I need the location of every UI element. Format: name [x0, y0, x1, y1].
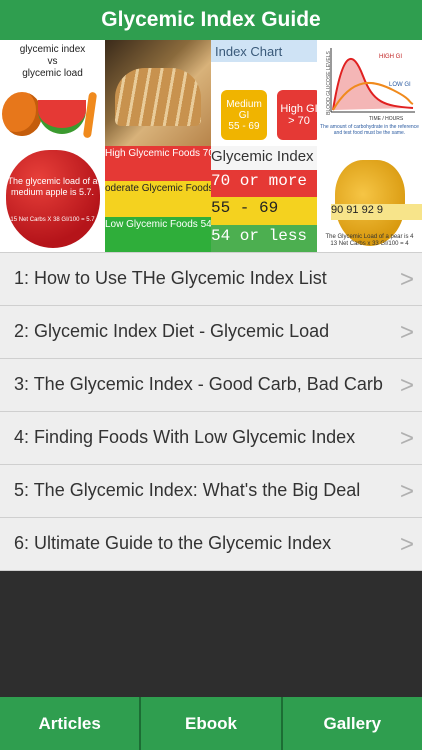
band-high: High Glycemic Foods 70+ (STOP - Try to A…: [105, 146, 211, 182]
list-item[interactable]: 5: The Glycemic Index: What's the Big De…: [0, 465, 422, 518]
high-gi-badge: High GI > 70: [277, 90, 317, 140]
tab-label: Articles: [38, 713, 101, 733]
medium-gi-badge: Medium GI 55 - 69: [221, 90, 267, 140]
app-title-bar: Glycemic Index Guide: [0, 0, 422, 40]
gallery-image-gi-scale[interactable]: Glycemic Index 70 or more 55 - 69 54 or …: [211, 146, 317, 252]
x-axis-label: TIME / HOURS: [369, 116, 404, 122]
gallery-image-glucose-curve[interactable]: HIGH GI LOW GI TIME / HOURS BLOOD GLUCOS…: [317, 40, 422, 146]
list-item-label: 4: Finding Foods With Low Glycemic Index: [14, 427, 356, 447]
image-title: Glycemic Index: [211, 146, 317, 170]
band-medium: 55 - 69: [211, 197, 317, 225]
measuring-tape: 90 91 92 9: [331, 204, 422, 220]
list-item[interactable]: 4: Finding Foods With Low Glycemic Index…: [0, 412, 422, 465]
high-gi-label: HIGH GI: [379, 54, 402, 60]
band-moderate: oderate Glycemic Foods 55-69 (Use with C…: [105, 181, 211, 217]
glucose-curve-graphic: HIGH GI LOW GI TIME / HOURS: [330, 48, 415, 122]
image-gallery-collage[interactable]: glycemic index vs glycemic load Index Ch…: [0, 40, 422, 252]
tab-gallery[interactable]: Gallery: [280, 697, 422, 750]
list-item-label: 3: The Glycemic Index - Good Carb, Bad C…: [14, 374, 383, 394]
list-item[interactable]: 1: How to Use THe Glycemic Index List >: [0, 252, 422, 306]
image-footnote: The Glycemic Load of a pear is 4 13 Net …: [325, 234, 414, 247]
watermelon-image: [38, 100, 86, 134]
list-item-label: 5: The Glycemic Index: What's the Big De…: [14, 480, 361, 500]
chevron-right-icon: >: [399, 425, 414, 452]
gallery-image-apple[interactable]: The glycemic load of a medium apple is 5…: [0, 146, 105, 252]
list-item[interactable]: 2: Glycemic Index Diet - Glycemic Load >: [0, 306, 422, 359]
chevron-right-icon: >: [399, 319, 414, 346]
gallery-image-food-categories[interactable]: High Glycemic Foods 70+ (STOP - Try to A…: [105, 146, 211, 252]
list-item[interactable]: 3: The Glycemic Index - Good Carb, Bad C…: [0, 359, 422, 412]
gallery-image-bread[interactable]: [105, 40, 211, 146]
app-title: Glycemic Index Guide: [101, 8, 321, 31]
image-caption: glycemic index vs glycemic load: [19, 44, 86, 79]
tab-ebook[interactable]: Ebook: [139, 697, 280, 750]
list-item-label: 6: Ultimate Guide to the Glycemic Index: [14, 533, 332, 553]
list-item-label: 2: Glycemic Index Diet - Glycemic Load: [14, 321, 330, 341]
tab-label: Ebook: [185, 713, 237, 733]
bread-image: [115, 68, 201, 126]
chevron-right-icon: >: [399, 478, 414, 505]
chevron-right-icon: >: [399, 531, 414, 558]
pumpkin-image: [2, 92, 42, 136]
image-footnote: The amount of carbohydrate in the refere…: [320, 124, 419, 136]
tab-articles[interactable]: Articles: [0, 697, 139, 750]
gallery-image-gi-vs-gl[interactable]: glycemic index vs glycemic load: [0, 40, 105, 146]
list-item-label: 1: How to Use THe Glycemic Index List: [14, 268, 327, 288]
band-low: Low Glycemic Foods 54 (GO - Ideal to Con…: [105, 216, 211, 252]
chevron-right-icon: >: [399, 266, 414, 293]
image-caption: The glycemic load of a medium apple is 5…: [7, 176, 98, 197]
gallery-image-index-chart[interactable]: Index Chart Medium GI 55 - 69 High GI > …: [211, 40, 317, 146]
carrot-image: [82, 91, 98, 139]
gallery-image-pear[interactable]: 90 91 92 9 The Glycemic Load of a pear i…: [317, 146, 422, 252]
chevron-right-icon: >: [399, 372, 414, 399]
tab-label: Gallery: [323, 713, 382, 733]
article-list: 1: How to Use THe Glycemic Index List > …: [0, 252, 422, 571]
bottom-tab-bar: Articles Ebook Gallery: [0, 697, 422, 750]
image-title: Index Chart: [215, 44, 283, 59]
y-axis-label: BLOOD GLUCOSE LEVELS: [325, 51, 332, 115]
apple-image: [6, 150, 100, 248]
band-low: 54 or less: [211, 224, 317, 252]
image-formula: 15 Net Carbs X 38 GI/100 = 5.7: [10, 217, 95, 223]
band-high: 70 or more: [211, 170, 317, 198]
list-item[interactable]: 6: Ultimate Guide to the Glycemic Index …: [0, 518, 422, 571]
low-gi-label: LOW GI: [389, 82, 411, 88]
